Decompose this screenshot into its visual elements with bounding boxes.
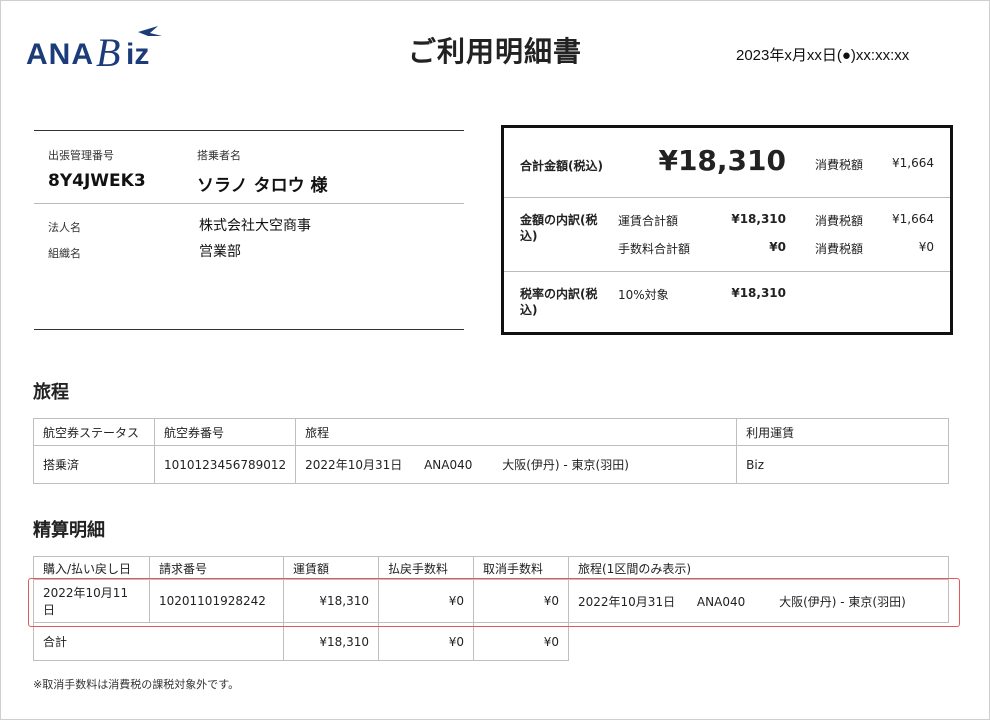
total-amount: ¥18,310 <box>658 144 786 177</box>
rate-name: 10%対象 <box>618 288 669 302</box>
divider <box>504 271 950 272</box>
total-fare: ¥18,310 <box>283 622 379 661</box>
flight-number: ANA040 <box>424 458 473 472</box>
trip-date: 2022年10月31日 <box>578 594 676 609</box>
column-header: 購入/払い戻し日 <box>33 556 150 580</box>
column-header: 旅程 <box>295 418 738 446</box>
passenger-label: 搭乗者名 <box>197 149 241 162</box>
fee-tax: ¥0 <box>918 240 934 254</box>
issue-datetime: 2023年x月xx日(●)xx:xx:xx <box>736 47 910 64</box>
fare-type: Biz <box>736 445 949 484</box>
settlement-table: 購入/払い戻し日 請求番号 運賃額 払戻手数料 取消手数料 旅程(1区間のみ表示… <box>33 556 949 661</box>
purchase-date: 2022年10月11日 <box>33 579 150 623</box>
total-row: 合計 ¥18,310 ¥0 ¥0 <box>33 622 949 661</box>
invoice-number: 10201101928242 <box>149 579 284 623</box>
total-label: 合計金額(税込) <box>520 159 603 173</box>
table-header-row: 購入/払い戻し日 請求番号 運賃額 払戻手数料 取消手数料 旅程(1区間のみ表示… <box>33 556 949 580</box>
footnote: ※取消手数料は消費税の課税対象外です。 <box>33 678 240 691</box>
column-header: 運賃額 <box>283 556 379 580</box>
ticket-status: 搭乗済 <box>33 445 155 484</box>
column-header: 旅程(1区間のみ表示) <box>568 556 949 580</box>
org-label: 組織名 <box>48 247 81 260</box>
divider <box>504 197 950 198</box>
total-tax: ¥1,664 <box>892 156 934 170</box>
rate-label: 税率の内訳(税込) <box>520 287 598 317</box>
itinerary-cell: 2022年10月31日 ANA040 大阪(伊丹) - 東京(羽田) <box>295 445 738 484</box>
itinerary-heading: 旅程 <box>33 382 69 403</box>
flight-route: 大阪(伊丹) - 東京(羽田) <box>779 594 906 609</box>
company-label: 法人名 <box>48 221 81 234</box>
settlement-heading: 精算明細 <box>33 520 105 541</box>
passenger-name: ソラノ タロウ 様 <box>197 176 328 196</box>
column-header: 請求番号 <box>149 556 284 580</box>
fare-tax: ¥1,664 <box>892 212 934 226</box>
total-label: 合計 <box>33 622 284 661</box>
table-header-row: 航空券ステータス 航空券番号 旅程 利用運賃 <box>33 418 949 446</box>
traveler-info: 出張管理番号 8Y4JWEK3 搭乗者名 ソラノ タロウ 様 法人名 株式会社大… <box>34 130 464 330</box>
total-cancel-fee: ¥0 <box>473 622 569 661</box>
rate-amount: ¥18,310 <box>731 286 786 300</box>
fare-amount: ¥18,310 <box>283 579 379 623</box>
breakdown-label: 金額の内訳(税込) <box>520 213 598 243</box>
refund-fee: ¥0 <box>378 579 474 623</box>
cancel-fee: ¥0 <box>473 579 569 623</box>
ticket-number: 1010123456789012 <box>153 445 297 484</box>
column-header: 払戻手数料 <box>378 556 474 580</box>
flight-route: 大阪(伊丹) - 東京(羽田) <box>502 458 629 472</box>
amount-summary: 合計金額(税込) ¥18,310 消費税額 ¥1,664 金額の内訳(税込) 運… <box>501 125 953 335</box>
company-name: 株式会社大空商事 <box>199 218 311 234</box>
column-header: 取消手数料 <box>473 556 569 580</box>
empty-cell <box>568 622 949 661</box>
trip-id-label: 出張管理番号 <box>48 149 114 162</box>
column-header: 利用運賃 <box>736 418 949 446</box>
fee-amount: ¥0 <box>769 240 786 254</box>
org-name: 営業部 <box>199 244 241 260</box>
fee-tax-label: 消費税額 <box>815 242 864 256</box>
trip-id: 8Y4JWEK3 <box>48 171 146 191</box>
flight-date: 2022年10月31日 <box>305 458 403 472</box>
table-row: 搭乗済 1010123456789012 2022年10月31日 ANA040 … <box>33 445 949 484</box>
column-header: 航空券ステータス <box>33 418 155 446</box>
fare-amount: ¥18,310 <box>731 212 786 226</box>
total-refund-fee: ¥0 <box>378 622 474 661</box>
flight-number: ANA040 <box>696 594 746 609</box>
fare-label: 運賃合計額 <box>618 214 679 228</box>
trip-cell: 2022年10月31日 ANA040 大阪(伊丹) - 東京(羽田) <box>568 579 949 623</box>
fee-label: 手数料合計額 <box>618 242 691 256</box>
itinerary-table: 航空券ステータス 航空券番号 旅程 利用運賃 搭乗済 1010123456789… <box>33 418 949 484</box>
fare-tax-label: 消費税額 <box>815 214 864 228</box>
table-row: 2022年10月11日 10201101928242 ¥18,310 ¥0 ¥0… <box>33 579 949 623</box>
divider <box>34 203 464 204</box>
total-tax-label: 消費税額 <box>815 158 864 172</box>
column-header: 航空券番号 <box>153 418 297 446</box>
